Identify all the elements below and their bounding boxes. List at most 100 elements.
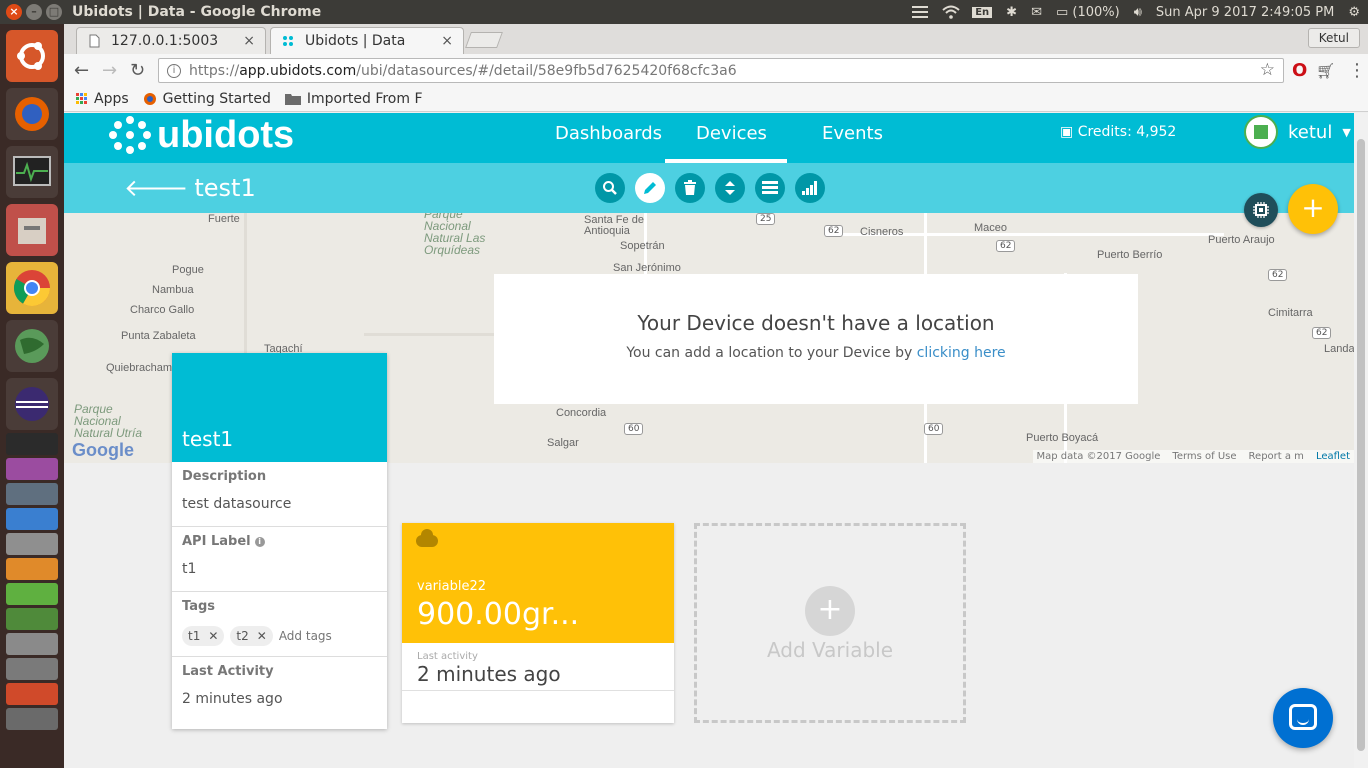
launcher-app-icon[interactable] <box>6 458 58 480</box>
tab-label: Ubidots | Data <box>305 33 406 49</box>
tags-section: Tags t1 ✕ t2 ✕ <box>172 592 387 657</box>
chat-launcher-button[interactable] <box>1273 688 1333 748</box>
trash-icon[interactable] <box>6 708 58 730</box>
bluetooth-icon[interactable]: ✱ <box>1006 5 1017 20</box>
route-shield: 60 <box>624 423 644 435</box>
menu-icon[interactable] <box>912 5 929 19</box>
system-tray: En ✱ ✉ ▭ (100%) 🔊︎ Sun Apr 9 2017 2:49:0… <box>912 0 1360 24</box>
back-to-devices[interactable]: 🡐︎ test1 <box>124 173 256 203</box>
map-label: Fuerte <box>208 213 240 225</box>
bookmark-folder-imported[interactable]: Imported From F <box>284 91 423 107</box>
nav-events[interactable]: Events <box>822 123 883 144</box>
reload-icon[interactable]: ↻ <box>130 60 145 81</box>
sort-button[interactable] <box>715 173 745 203</box>
scrollbar-thumb[interactable] <box>1357 139 1365 751</box>
launcher-app-icon[interactable] <box>6 558 58 580</box>
system-gear-icon[interactable]: ⚙ <box>1348 5 1360 20</box>
bookmark-getting-started[interactable]: Getting Started <box>143 91 271 107</box>
launcher-app-icon[interactable] <box>6 658 58 680</box>
add-location-link[interactable]: clicking here <box>917 345 1006 361</box>
tag-label: t1 <box>188 629 201 643</box>
bookmark-star-icon[interactable]: ☆ <box>1260 60 1275 80</box>
ubidots-page: ubidots Dashboards Devices Events ▣ Cred… <box>64 113 1354 768</box>
route-shield: 25 <box>756 213 776 225</box>
search-button[interactable] <box>595 173 625 203</box>
map-label: Salgar <box>547 437 579 449</box>
delete-button[interactable] <box>675 173 705 203</box>
bookmark-apps[interactable]: Apps <box>76 91 129 107</box>
map-label: Pogue <box>172 264 204 276</box>
user-menu[interactable]: ketul ▼ <box>1244 115 1351 149</box>
description-value[interactable]: test datasource <box>182 496 377 512</box>
chrome-menu-icon[interactable]: ⋮ <box>1348 60 1366 81</box>
list-icon <box>762 181 778 194</box>
device-title: test1 <box>194 173 256 202</box>
mail-icon[interactable]: ✉ <box>1031 5 1042 20</box>
volume-icon[interactable]: 🔊︎ <box>1134 5 1142 20</box>
launcher-app-icon[interactable] <box>6 633 58 655</box>
folder-icon <box>284 93 301 105</box>
back-arrow-icon[interactable]: ← <box>74 60 89 81</box>
ubidots-logo[interactable]: ubidots <box>109 113 294 157</box>
nav-devices[interactable]: Devices <box>696 123 767 144</box>
list-view-button[interactable] <box>755 173 785 203</box>
page-scrollbar[interactable] <box>1354 113 1368 768</box>
map-label: Cimitarra <box>1268 307 1313 319</box>
remove-tag-icon[interactable]: ✕ <box>208 629 218 643</box>
tab-localhost[interactable]: 127.0.0.1:5003 × <box>76 27 266 54</box>
sort-icon <box>725 181 735 195</box>
nav-dashboards[interactable]: Dashboards <box>555 123 662 144</box>
browser-toolbar: ← → ↻ i https://app.ubidots.com/ubi/data… <box>64 54 1368 86</box>
add-fab-button[interactable]: + <box>1288 184 1338 234</box>
device-type-button[interactable] <box>1244 193 1278 227</box>
wifi-icon[interactable] <box>942 5 960 19</box>
system-monitor-icon[interactable] <box>6 146 58 198</box>
ubuntu-dash-icon[interactable] <box>6 30 58 82</box>
terminal-icon[interactable] <box>6 433 58 455</box>
maximize-window-button[interactable]: □ <box>46 4 62 20</box>
files-icon[interactable] <box>6 204 58 256</box>
firefox-favicon <box>143 92 156 105</box>
add-tags-input[interactable] <box>278 629 339 643</box>
launcher-app-icon[interactable] <box>6 533 58 555</box>
opera-extension-icon[interactable]: O <box>1292 60 1307 81</box>
credits[interactable]: ▣ Credits: 4,952 <box>1060 124 1176 140</box>
launcher-app-icon[interactable] <box>6 608 58 630</box>
forward-arrow-icon[interactable]: → <box>102 60 117 81</box>
eclipse-icon[interactable] <box>6 378 58 430</box>
site-info-icon[interactable]: i <box>167 63 181 78</box>
globe-app-icon[interactable] <box>6 320 58 372</box>
clock[interactable]: Sun Apr 9 2017 2:49:05 PM <box>1156 5 1334 20</box>
info-icon[interactable]: i <box>254 536 265 547</box>
qt-creator-icon[interactable] <box>6 583 58 605</box>
api-label-value[interactable]: t1 <box>182 561 377 577</box>
report-link[interactable]: Report a m <box>1249 451 1304 462</box>
profile-button[interactable]: Ketul <box>1307 28 1360 48</box>
close-window-button[interactable]: × <box>6 4 22 20</box>
pycharm-icon[interactable] <box>6 683 58 705</box>
route-shield: 62 <box>1268 269 1288 281</box>
firefox-icon[interactable] <box>6 88 58 140</box>
terms-link[interactable]: Terms of Use <box>1172 451 1236 462</box>
device-card-header: test1 <box>172 353 387 462</box>
signal-button[interactable] <box>795 173 825 203</box>
minimize-window-button[interactable]: – <box>26 4 42 20</box>
keyboard-layout-indicator[interactable]: En <box>972 6 993 18</box>
leaflet-link[interactable]: Leaflet <box>1316 451 1350 462</box>
close-tab-icon[interactable]: × <box>441 33 453 49</box>
battery-indicator[interactable]: ▭ (100%) <box>1056 5 1120 20</box>
route-shield: 62 <box>1312 327 1332 339</box>
launcher-app-icon[interactable] <box>6 483 58 505</box>
address-bar[interactable]: i https://app.ubidots.com/ubi/datasource… <box>158 58 1284 83</box>
api-label-section: API Label i t1 <box>172 527 387 592</box>
new-tab-button[interactable] <box>465 32 503 48</box>
chrome-icon[interactable] <box>6 262 58 314</box>
tab-ubidots-data[interactable]: Ubidots | Data × <box>270 27 464 54</box>
edit-button[interactable] <box>635 173 665 203</box>
remove-tag-icon[interactable]: ✕ <box>257 629 267 643</box>
variable-card[interactable]: variable22 900.00gr... Last activity 2 m… <box>402 523 674 723</box>
add-variable-card[interactable]: + Add Variable <box>694 523 966 723</box>
launcher-app-icon[interactable] <box>6 508 58 530</box>
close-tab-icon[interactable]: × <box>243 33 255 49</box>
cart-extension-icon[interactable]: 🛒︎ <box>1316 62 1335 80</box>
